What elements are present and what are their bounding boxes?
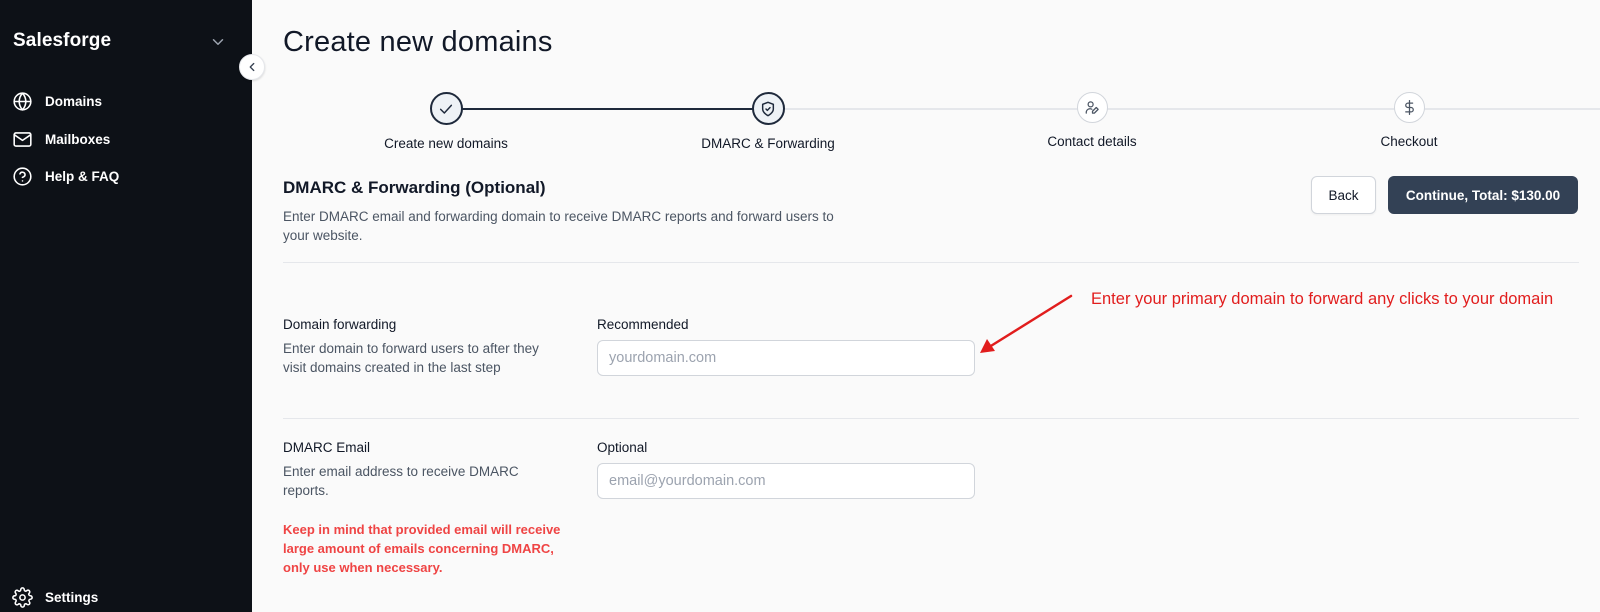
step-label: DMARC & Forwarding: [701, 136, 835, 151]
chevron-left-icon: [249, 62, 255, 72]
step-label: Create new domains: [384, 136, 508, 151]
divider: [283, 262, 1579, 263]
step-circle: [1393, 92, 1425, 123]
sidebar-item-domains[interactable]: Domains: [12, 91, 102, 112]
annotation-text: Enter your primary domain to forward any…: [1091, 290, 1554, 308]
sidebar-item-label: Help & FAQ: [45, 169, 120, 184]
domain-forwarding-title: Domain forwarding: [283, 317, 397, 332]
chevron-down-icon[interactable]: [209, 33, 227, 51]
gear-icon: [12, 587, 33, 608]
step-label: Checkout: [1380, 134, 1438, 149]
annotation-arrow-icon: [980, 294, 1073, 353]
sidebar-item-label: Mailboxes: [45, 132, 111, 147]
shield-icon: [761, 101, 775, 116]
sidebar-item-help[interactable]: Help & FAQ: [12, 166, 119, 187]
sidebar-item-label: Domains: [45, 94, 103, 109]
step-circle: [751, 92, 785, 125]
user-edit-icon: [1085, 101, 1099, 114]
dmarc-email-input[interactable]: [597, 463, 975, 499]
section-title: DMARC & Forwarding (Optional): [283, 178, 546, 197]
check-icon: [439, 104, 453, 114]
step-create-domains[interactable]: Create new domains: [346, 92, 546, 151]
workspace-name[interactable]: Salesforge: [13, 30, 111, 52]
forwarding-domain-input[interactable]: [597, 340, 975, 376]
mail-icon: [13, 132, 32, 147]
continue-button[interactable]: Continue, Total: $130.00: [1388, 176, 1578, 214]
step-label: Contact details: [1047, 134, 1137, 149]
divider: [283, 418, 1579, 419]
progress-stepper: Create new domains DMARC & Forwarding Co…: [252, 92, 1600, 162]
section-description: Enter DMARC email and forwarding domain …: [283, 209, 834, 243]
back-button[interactable]: Back: [1311, 176, 1376, 214]
sidebar-item-label: Settings: [45, 590, 99, 605]
step-circle: [1076, 92, 1108, 123]
domain-forwarding-field-label: Recommended: [597, 317, 689, 332]
dmarc-warning-text: Keep in mind that provided email will re…: [283, 522, 561, 575]
dmarc-email-description: Enter email address to receive DMARC rep…: [283, 464, 519, 498]
help-icon: [13, 167, 32, 186]
page-title: Create new domains: [283, 26, 553, 58]
main-content: Create new domains Create new domains DM…: [252, 0, 1600, 612]
dmarc-email-title: DMARC Email: [283, 440, 371, 455]
step-dmarc-forwarding[interactable]: DMARC & Forwarding: [668, 92, 868, 151]
dollar-icon: [1404, 100, 1414, 115]
sidebar-item-settings[interactable]: Settings: [12, 587, 98, 608]
collapse-sidebar-button[interactable]: [239, 54, 265, 80]
sidebar: Salesforge Domains Mailboxes Help & FAQ …: [0, 0, 252, 612]
globe-icon: [13, 92, 32, 111]
dmarc-email-field-label: Optional: [597, 440, 648, 455]
domain-forwarding-description: Enter domain to forward users to after t…: [283, 341, 539, 375]
step-circle: [429, 92, 463, 125]
step-contact-details[interactable]: Contact details: [992, 92, 1192, 149]
step-checkout[interactable]: Checkout: [1309, 92, 1509, 149]
sidebar-item-mailboxes[interactable]: Mailboxes: [12, 129, 110, 150]
